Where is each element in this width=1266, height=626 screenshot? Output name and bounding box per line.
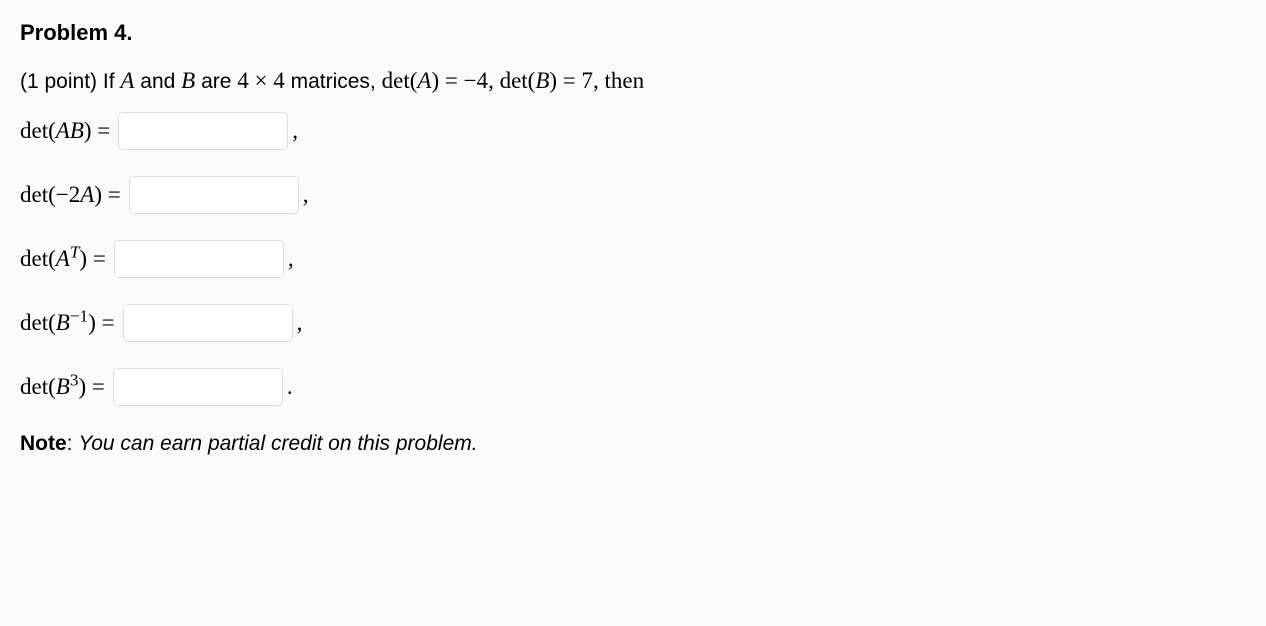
r4-sup: −1 <box>70 306 88 325</box>
problem-intro: (1 point) If A and B are 4 × 4 matrices,… <box>20 68 1246 94</box>
r2-var-a: A <box>80 182 94 207</box>
intro-matrices: matrices, <box>285 70 382 94</box>
note: Note: You can earn partial credit on thi… <box>20 432 1246 456</box>
row-det-ab: det(AB) = , <box>20 112 1246 150</box>
r1-punct: , <box>292 118 298 144</box>
label-det-neg2a: det(−2A) = <box>20 182 121 208</box>
row-det-at: det(AT) = , <box>20 240 1246 278</box>
r3-punct: , <box>288 246 294 272</box>
r3-pre: det( <box>20 246 56 271</box>
row-det-b3: det(B3) = . <box>20 368 1246 406</box>
input-det-binv[interactable] <box>123 304 293 342</box>
r2-punct: , <box>303 182 309 208</box>
intro-and: and <box>134 70 181 94</box>
row-det-binv: det(B−1) = , <box>20 304 1246 342</box>
r3-post: ) = <box>79 246 105 271</box>
note-label: Note <box>20 432 67 455</box>
r2-pre: det( <box>20 182 56 207</box>
r2-post: ) = <box>94 182 120 207</box>
label-det-at: det(AT) = <box>20 246 106 272</box>
r5-punct: . <box>287 374 293 400</box>
intro-detB-pre: det( <box>500 68 536 94</box>
r3-var: A <box>56 246 70 271</box>
intro-dim: 4 × 4 <box>237 68 284 94</box>
input-det-at[interactable] <box>114 240 284 278</box>
label-det-ab: det(AB) = <box>20 118 110 144</box>
note-text: You can earn partial credit on this prob… <box>78 432 477 455</box>
r4-pre: det( <box>20 310 56 335</box>
input-det-b3[interactable] <box>113 368 283 406</box>
intro-var-a: A <box>120 68 134 94</box>
intro-detA-val: −4 <box>464 68 488 94</box>
intro-detB-var: B <box>535 68 549 94</box>
label-det-b3: det(B3) = <box>20 374 105 400</box>
r3-sup: T <box>70 242 80 261</box>
r5-pre: det( <box>20 374 56 399</box>
intro-detA-pre: det( <box>382 68 418 94</box>
input-det-ab[interactable] <box>118 112 288 150</box>
r5-post: ) = <box>78 374 104 399</box>
problem-title: Problem 4. <box>20 20 1246 46</box>
intro-detB-val: 7 <box>582 68 594 94</box>
intro-detA-var: A <box>417 68 431 94</box>
intro-then: , then <box>593 68 644 94</box>
r1-var: AB <box>56 118 84 143</box>
row-det-neg2a: det(−2A) = , <box>20 176 1246 214</box>
r4-var: B <box>56 310 70 335</box>
intro-sep1: , <box>488 68 500 94</box>
r1-pre: det( <box>20 118 56 143</box>
intro-are: are <box>195 70 237 94</box>
input-det-neg2a[interactable] <box>129 176 299 214</box>
r4-post: ) = <box>88 310 114 335</box>
intro-detA-close: ) = <box>431 68 463 94</box>
intro-detB-close: ) = <box>549 68 581 94</box>
r4-punct: , <box>297 310 303 336</box>
intro-points: (1 point) If <box>20 70 120 94</box>
label-det-binv: det(B−1) = <box>20 310 115 336</box>
r2-var-minus: −2 <box>56 182 80 207</box>
note-sep: : <box>67 432 79 455</box>
r5-var: B <box>56 374 70 399</box>
r1-post: ) = <box>84 118 110 143</box>
intro-var-b: B <box>181 68 195 94</box>
